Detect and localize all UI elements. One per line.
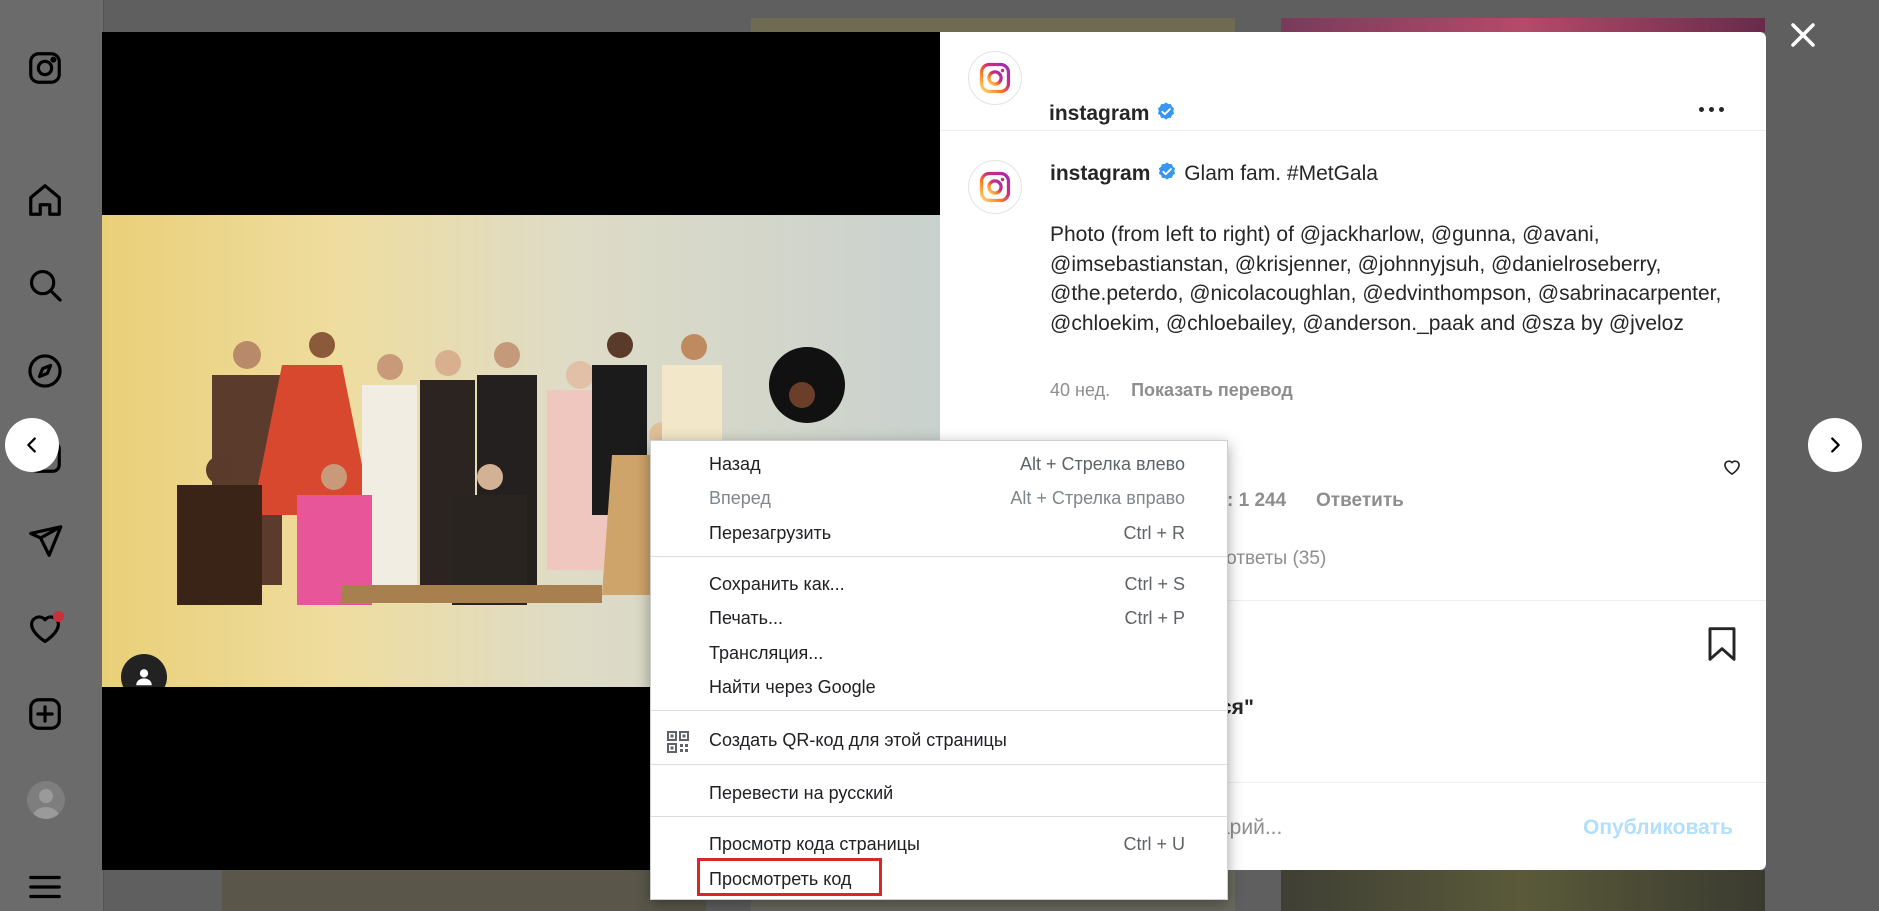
menu-item-label: Создать QR-код для этой страницы [709, 730, 1007, 750]
menu-item-label: Просмотр кода страницы [709, 834, 920, 854]
search-icon[interactable] [24, 264, 66, 306]
instagram-gradient-logo-icon [979, 171, 1011, 203]
menu-separator [651, 764, 1227, 765]
menu-item-translate[interactable]: Перевести на русский [651, 777, 1227, 810]
menu-item-back[interactable]: Назад Alt + Стрелка влево [651, 448, 1227, 481]
feed-tile [222, 870, 706, 911]
close-icon [1791, 23, 1815, 47]
browser-context-menu: Назад Alt + Стрелка влево Вперед Alt + С… [650, 440, 1228, 900]
menu-separator [651, 816, 1227, 817]
caption-title: Glam fam. #MetGala [1184, 162, 1378, 185]
menu-item-label: Сохранить как... [709, 574, 845, 594]
highlight-box [697, 858, 882, 896]
post-time: 40 нед. [1050, 380, 1111, 400]
prev-post-button[interactable] [5, 418, 59, 472]
profile-avatar[interactable] [27, 781, 65, 819]
menu-item-shortcut: Ctrl + P [1124, 608, 1185, 628]
comment-likes-count[interactable]: ": 1 244 [1218, 490, 1286, 512]
comment-like-icon[interactable] [1722, 457, 1742, 482]
instagram-logo-icon[interactable] [24, 47, 66, 89]
chevron-left-icon [27, 437, 36, 453]
author-name-text[interactable]: instagram [1049, 102, 1149, 125]
verified-badge-icon [1159, 162, 1176, 180]
caption-body: Photo (from left to right) of @jackharlo… [1050, 223, 1722, 335]
menu-item-cast[interactable]: Трансляция... [651, 637, 1227, 670]
bookmark-icon[interactable] [1706, 626, 1738, 667]
notification-dot [53, 611, 64, 622]
menu-item-shortcut: Alt + Стрелка вправо [1010, 488, 1185, 508]
author-username[interactable]: instagram [1049, 101, 1177, 125]
menu-item-label: Найти через Google [709, 677, 876, 697]
notifications-icon[interactable] [24, 607, 66, 649]
instagram-gradient-logo-icon [979, 62, 1011, 94]
menu-item-forward[interactable]: Вперед Alt + Стрелка вправо [651, 482, 1227, 515]
feed-tile [1281, 870, 1765, 911]
caption-first-line: instagram Glam fam. #MetGala [1050, 159, 1730, 188]
menu-item-print[interactable]: Печать... Ctrl + P [651, 602, 1227, 635]
menu-item-shortcut: Ctrl + R [1123, 523, 1185, 543]
menu-item-view-source[interactable]: Просмотр кода страницы Ctrl + U [651, 828, 1227, 861]
menu-item-label: Печать... [709, 608, 783, 628]
menu-separator [651, 556, 1227, 557]
publish-button[interactable]: Опубликовать [1583, 816, 1733, 840]
qr-code-icon [667, 731, 689, 753]
view-replies-link[interactable]: ь ответы (35) [1211, 548, 1326, 570]
home-icon[interactable] [24, 179, 66, 221]
close-modal-button[interactable] [1783, 15, 1823, 55]
post-header: instagram [940, 32, 1766, 131]
caption-author[interactable]: instagram [1050, 162, 1150, 185]
comment-likes-text[interactable]: ": 1 244 [1218, 490, 1286, 511]
menu-item-save-as[interactable]: Сохранить как... Ctrl + S [651, 568, 1227, 601]
reply-link[interactable]: Ответить [1316, 490, 1404, 512]
post-meta: 40 нед. Показать перевод [1050, 380, 1293, 401]
menu-item-shortcut: Alt + Стрелка влево [1019, 454, 1185, 474]
menu-item-label: Трансляция... [709, 643, 824, 663]
feed-tile [751, 18, 1235, 32]
post-caption: instagram Glam fam. #MetGala Photo (from… [1050, 159, 1730, 338]
direct-icon[interactable] [24, 520, 66, 562]
explore-icon[interactable] [24, 350, 66, 392]
menu-item-label: Перевести на русский [709, 783, 894, 803]
menu-item-label: Перезагрузить [709, 523, 832, 543]
create-icon[interactable] [24, 693, 66, 735]
author-avatar[interactable] [968, 51, 1022, 105]
person-icon [136, 669, 152, 686]
feed-tile [1281, 18, 1765, 32]
menu-item-reload[interactable]: Перезагрузить Ctrl + R [651, 517, 1227, 550]
caption-author-avatar[interactable] [968, 160, 1022, 214]
menu-item-search-google[interactable]: Найти через Google [651, 671, 1227, 704]
menu-item-shortcut: Ctrl + U [1123, 834, 1185, 854]
menu-item-qr-code[interactable]: Создать QR-код для этой страницы [651, 724, 1227, 757]
translate-link[interactable]: Показать перевод [1131, 380, 1293, 400]
menu-item-label: Назад [709, 454, 761, 474]
menu-item-shortcut: Ctrl + S [1124, 574, 1185, 594]
menu-icon[interactable] [24, 866, 66, 908]
menu-separator [651, 710, 1227, 711]
chevron-right-icon [1831, 437, 1840, 453]
menu-item-label: Вперед [709, 488, 771, 508]
more-options-icon[interactable] [1694, 102, 1728, 116]
next-post-button[interactable] [1808, 418, 1862, 472]
verified-badge-icon [1158, 102, 1175, 120]
